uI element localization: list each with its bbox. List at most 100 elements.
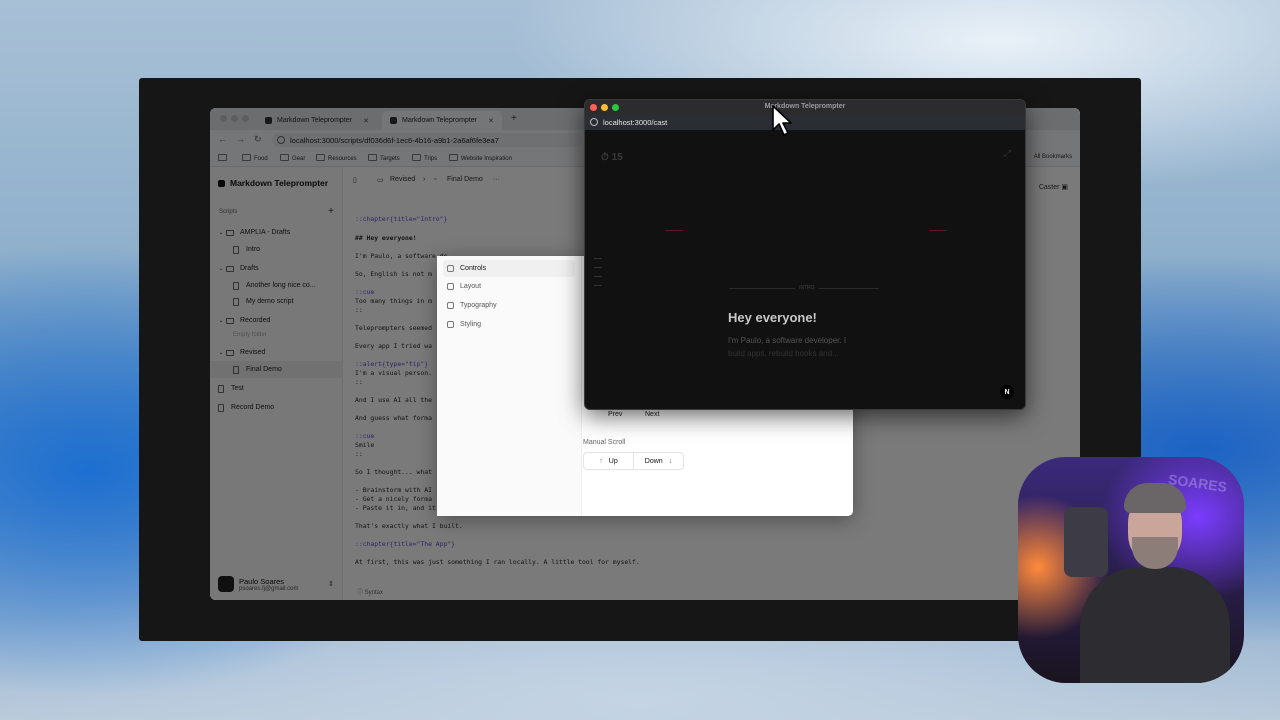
code-line: And I use AI all the — [355, 396, 432, 404]
prev-next-controls: Prev Next — [584, 410, 694, 422]
more-options-icon[interactable]: ··· — [493, 176, 500, 183]
code-line: Every app I tried wa — [355, 342, 432, 350]
chevron-down-icon: ⌄ — [218, 266, 224, 272]
bookmark-resources[interactable]: Resources — [316, 154, 357, 162]
document-icon — [233, 297, 239, 306]
tree-folder-amplia-drafts[interactable]: ⌄ AMPLIA - Drafts — [210, 224, 343, 241]
tree-doc-record-demo[interactable]: Record Demo — [210, 399, 343, 416]
chapter-label: INTRO — [795, 285, 819, 291]
teleprompter-window: Markdown Teleprompter localhost:3000/cas… — [584, 99, 1026, 410]
breadcrumb-revised[interactable]: Revised — [390, 176, 415, 183]
code-line: ::chapter{title="Intro"} — [355, 215, 448, 223]
bookmark-gear[interactable]: Gear — [280, 154, 305, 162]
window-close-button[interactable] — [220, 115, 227, 122]
syntax-toggle[interactable]: ⓘ Syntax — [357, 587, 383, 596]
arrow-up-icon: ↑ — [599, 457, 603, 465]
tab-1[interactable]: Markdown Teleprompter ✕ — [257, 111, 377, 130]
nav-typography[interactable]: Typography — [443, 297, 575, 314]
folder-icon — [226, 349, 234, 356]
chevron-down-icon: ⌄ — [218, 318, 224, 324]
forward-icon[interactable]: → — [236, 134, 245, 144]
dev-badge[interactable]: N — [1000, 385, 1014, 399]
site-info-icon[interactable] — [277, 136, 285, 144]
nav-controls[interactable]: Controls — [443, 260, 575, 277]
window-minimize-button[interactable] — [231, 115, 238, 122]
url-text: localhost:3000/scripts/df036d6f-1ec6-4b1… — [290, 135, 499, 145]
user-name: Paulo Soares — [239, 576, 285, 586]
tab-close-icon[interactable]: ✕ — [363, 117, 369, 125]
new-tab-button[interactable]: + — [511, 113, 517, 124]
chevron-updown-icon[interactable]: ⇕ — [328, 580, 334, 588]
nav-styling[interactable]: Styling — [443, 316, 575, 333]
nav-label: Layout — [460, 283, 482, 290]
code-line: :: — [355, 450, 363, 458]
tree-doc-test[interactable]: Test — [210, 380, 343, 397]
tree-folder-drafts[interactable]: ⌄ Drafts — [210, 260, 343, 277]
nav-label: Styling — [460, 321, 482, 328]
bookmark-targets[interactable]: Targets — [368, 154, 400, 162]
add-script-button[interactable]: + — [328, 206, 334, 217]
tree-label: Another long nice co... — [246, 282, 316, 289]
layout-icon — [447, 283, 454, 290]
tree-label: Test — [231, 385, 244, 392]
code-line: That's exactly what I built. — [355, 522, 463, 530]
next-button[interactable]: Next — [645, 411, 659, 418]
teleprompter-heading: Hey everyone! — [728, 310, 817, 325]
user-profile[interactable]: Paulo Soares psoares.fj@gmail.com — [218, 576, 298, 592]
scroll-up-button[interactable]: ↑ Up — [583, 452, 634, 470]
code-line: Teleprompters seemed — [355, 324, 432, 332]
tab-close-icon[interactable]: ✕ — [488, 117, 494, 125]
code-line: - Brainstorm with AI — [355, 486, 432, 494]
timer-value: 15 — [611, 152, 623, 163]
styling-icon — [447, 321, 454, 328]
typography-icon — [447, 302, 454, 309]
site-info-icon[interactable] — [590, 118, 598, 126]
url-field[interactable]: localhost:3000/scripts/df036d6f-1ec6-4b1… — [272, 133, 582, 147]
bookmark-website-inspiration[interactable]: Website Inspiration — [449, 154, 512, 162]
back-icon[interactable]: ← — [218, 134, 227, 144]
breadcrumb-final-demo[interactable]: Final Demo — [447, 176, 483, 183]
folder-icon: ▭ — [377, 177, 384, 184]
nav-layout[interactable]: Layout — [443, 278, 575, 295]
reload-icon[interactable]: ↻ — [254, 134, 262, 145]
teleprompter-stage: ⏱ 15 ⤢ INTRO Hey everyone! I'm Paulo, a … — [585, 130, 1025, 409]
tree-doc-another-long[interactable]: Another long nice co... — [210, 277, 343, 294]
teleprompter-line: build apps, rebuild books and... — [728, 349, 839, 358]
prev-button[interactable]: Prev — [608, 411, 622, 418]
teleprompter-line: I'm Paulo, a software developer. I — [728, 336, 847, 345]
chevron-down-icon: ⌄ — [218, 350, 224, 356]
app-logo-icon — [218, 179, 225, 187]
sidebar-toggle-icon[interactable]: ▯ — [353, 176, 357, 184]
bookmark-food[interactable]: Food — [242, 154, 268, 162]
empty-folder-note: Empty folder — [233, 332, 267, 338]
tree-folder-recorded[interactable]: ⌄ Recorded — [210, 312, 343, 329]
app-favicon-icon — [390, 117, 397, 124]
tree-doc-final-demo[interactable]: Final Demo — [210, 361, 343, 378]
bookmark-trips[interactable]: Trips — [412, 154, 437, 162]
tree-folder-revised[interactable]: ⌄ Revised — [210, 344, 343, 361]
tree-label: My demo script — [246, 298, 294, 305]
expand-icon[interactable]: ⤢ — [1004, 148, 1011, 159]
tree-doc-my-demo-script[interactable]: My demo script — [210, 293, 343, 310]
teleprompter-url-bar: localhost:3000/cast — [585, 115, 1025, 130]
breadcrumb-separator-icon: › — [423, 176, 426, 183]
app-title: Markdown Teleprompter — [230, 178, 329, 188]
window-maximize-button[interactable] — [242, 115, 249, 122]
apps-grid-icon[interactable] — [218, 154, 230, 162]
tree-label: Drafts — [240, 265, 259, 272]
tree-doc-intro[interactable]: Intro — [210, 241, 343, 258]
tab-2[interactable]: Markdown Teleprompter ✕ — [382, 111, 502, 130]
caster-button[interactable]: Caster ▣ — [1039, 183, 1068, 191]
scroll-down-button[interactable]: Down ↓ — [633, 452, 684, 470]
up-label: Up — [608, 457, 618, 465]
all-bookmarks[interactable]: All Bookmarks — [1034, 154, 1072, 160]
document-icon — [233, 245, 239, 254]
avatar — [218, 576, 234, 592]
syntax-label: Syntax — [364, 590, 384, 596]
mouse-cursor-icon — [772, 105, 792, 136]
document-icon — [218, 403, 224, 412]
code-line: At first, this was just something I ran … — [355, 558, 640, 566]
code-line: ::alert{type="tip"} — [355, 360, 429, 368]
code-line: So, English is not m — [355, 270, 432, 278]
progress-ticks — [594, 258, 602, 294]
